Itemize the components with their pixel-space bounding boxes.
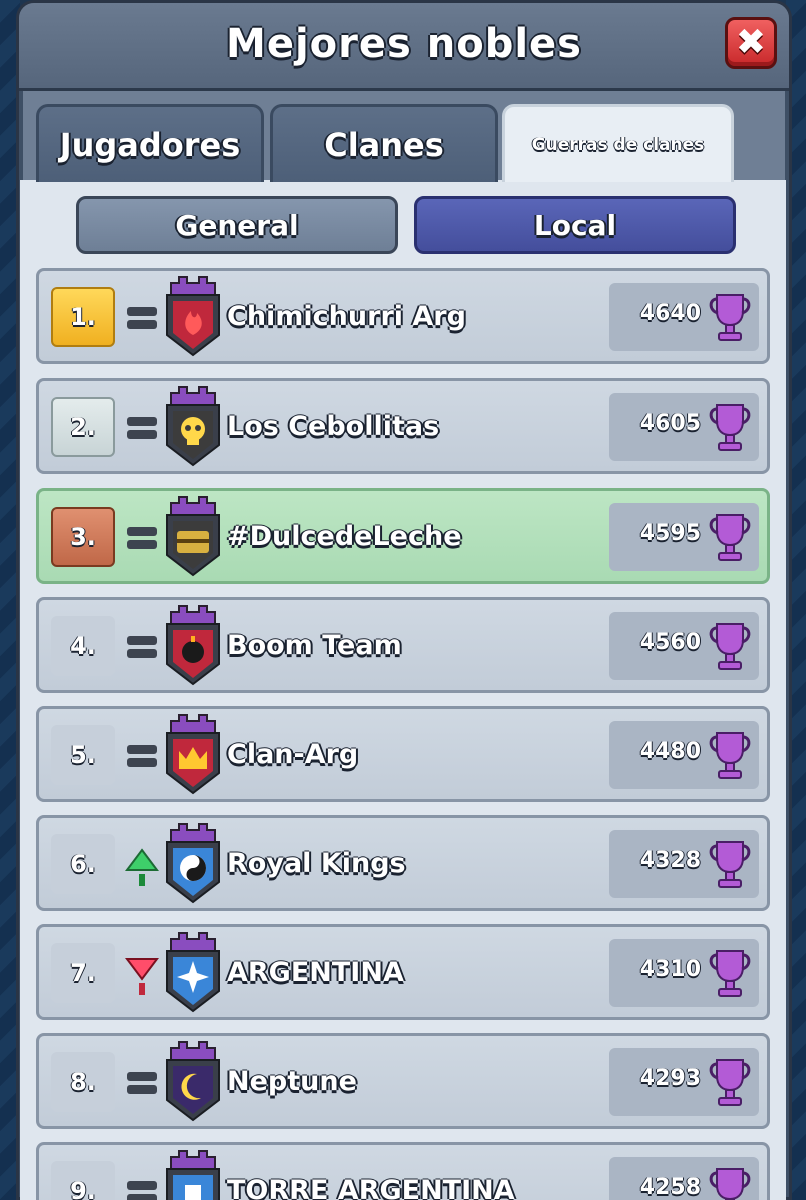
trophy-icon bbox=[707, 947, 753, 999]
clan-row[interactable]: 3. #DulcedeLeche 4595 bbox=[36, 488, 770, 584]
rank-unchanged-icon bbox=[125, 1175, 159, 1200]
trophy-icon bbox=[707, 511, 753, 563]
trophy-icon bbox=[707, 291, 753, 343]
score-box: 4640 bbox=[609, 283, 759, 351]
score-box: 4310 bbox=[609, 939, 759, 1007]
trophy-icon bbox=[707, 1056, 753, 1108]
rank-label: 6. bbox=[51, 834, 115, 894]
rank-down-icon bbox=[125, 957, 159, 995]
rank-label: 5. bbox=[51, 725, 115, 785]
rank-unchanged-icon bbox=[125, 301, 159, 335]
clan-name: Neptune bbox=[227, 1066, 357, 1097]
trophy-count: 4328 bbox=[639, 848, 701, 873]
clan-name: #DulcedeLeche bbox=[227, 521, 462, 552]
clan-row[interactable]: 7. ARGENTINA 4310 bbox=[36, 924, 770, 1020]
score-box: 4328 bbox=[609, 830, 759, 898]
clan-name: Chimichurri Arg bbox=[227, 301, 466, 332]
clan-name: Royal Kings bbox=[227, 848, 406, 879]
rank-unchanged-icon bbox=[125, 411, 159, 445]
clan-row[interactable]: 4. Boom Team 4560 bbox=[36, 597, 770, 693]
region-switch: General Local bbox=[56, 196, 736, 254]
trophy-icon bbox=[707, 620, 753, 672]
clan-badge-bomb-icon bbox=[161, 604, 225, 686]
page-title: Mejores nobles bbox=[226, 21, 582, 67]
rank-label: 4. bbox=[51, 616, 115, 676]
local-button[interactable]: Local bbox=[414, 196, 736, 254]
score-box: 4560 bbox=[609, 612, 759, 680]
rank-unchanged-icon bbox=[125, 1066, 159, 1100]
score-box: 4605 bbox=[609, 393, 759, 461]
score-box: 4595 bbox=[609, 503, 759, 571]
trophy-icon bbox=[707, 401, 753, 453]
rank-label: 3. bbox=[51, 507, 115, 567]
rank-label: 8. bbox=[51, 1052, 115, 1112]
trophy-icon bbox=[707, 729, 753, 781]
score-box: 4258 bbox=[609, 1157, 759, 1200]
clan-row[interactable]: 6. Royal Kings 4328 bbox=[36, 815, 770, 911]
trophy-count: 4258 bbox=[639, 1175, 701, 1200]
clan-name: Los Cebollitas bbox=[227, 411, 440, 442]
rank-unchanged-icon bbox=[125, 521, 159, 555]
rank-label: 1. bbox=[51, 287, 115, 347]
tab-jugadores[interactable]: Jugadores bbox=[36, 104, 264, 182]
clan-badge-chest-icon bbox=[161, 495, 225, 577]
tab-guerras-de-clanes[interactable]: Guerras de clanes bbox=[502, 104, 734, 182]
close-icon: ✖ bbox=[735, 22, 767, 63]
rank-label: 2. bbox=[51, 397, 115, 457]
trophy-count: 4605 bbox=[639, 411, 701, 436]
rank-unchanged-icon bbox=[125, 630, 159, 664]
clan-row[interactable]: 1. Chimichurri Arg 4640 bbox=[36, 268, 770, 364]
clan-row[interactable]: 8. Neptune 4293 bbox=[36, 1033, 770, 1129]
clan-badge-crown-icon bbox=[161, 713, 225, 795]
trophy-count: 4480 bbox=[639, 739, 701, 764]
close-button[interactable]: ✖ bbox=[725, 17, 777, 69]
trophy-count: 4595 bbox=[639, 521, 701, 546]
rank-unchanged-icon bbox=[125, 739, 159, 773]
clan-badge-star-icon bbox=[161, 931, 225, 1013]
general-button[interactable]: General bbox=[76, 196, 398, 254]
clan-name: Boom Team bbox=[227, 630, 402, 661]
tab-clanes[interactable]: Clanes bbox=[270, 104, 498, 182]
clan-name: Clan-Arg bbox=[227, 739, 359, 770]
trophy-icon bbox=[707, 838, 753, 890]
clan-row[interactable]: 2. Los Cebollitas 4605 bbox=[36, 378, 770, 474]
clan-badge-skull-icon bbox=[161, 385, 225, 467]
clan-row[interactable]: 5. Clan-Arg 4480 bbox=[36, 706, 770, 802]
tab-bar: Jugadores Clanes Guerras de clanes bbox=[36, 104, 736, 182]
trophy-count: 4560 bbox=[639, 630, 701, 655]
panel-header: Mejores nobles ✖ bbox=[19, 3, 789, 91]
trophy-count: 4293 bbox=[639, 1066, 701, 1091]
score-box: 4480 bbox=[609, 721, 759, 789]
clan-badge-yin-yang-icon bbox=[161, 822, 225, 904]
score-box: 4293 bbox=[609, 1048, 759, 1116]
clan-name: ARGENTINA bbox=[227, 957, 404, 988]
clan-badge-moon-icon bbox=[161, 1040, 225, 1122]
clan-row[interactable]: 9. TORRE ARGENTINA 4258 bbox=[36, 1142, 770, 1200]
trophy-count: 4310 bbox=[639, 957, 701, 982]
trophy-count: 4640 bbox=[639, 301, 701, 326]
rank-label: 7. bbox=[51, 943, 115, 1003]
clan-badge-fire-icon bbox=[161, 275, 225, 357]
trophy-icon bbox=[707, 1165, 753, 1200]
rank-up-icon bbox=[125, 848, 159, 886]
clan-name: TORRE ARGENTINA bbox=[227, 1175, 515, 1200]
rank-label: 9. bbox=[51, 1161, 115, 1200]
clan-badge-tower-icon bbox=[161, 1149, 225, 1200]
